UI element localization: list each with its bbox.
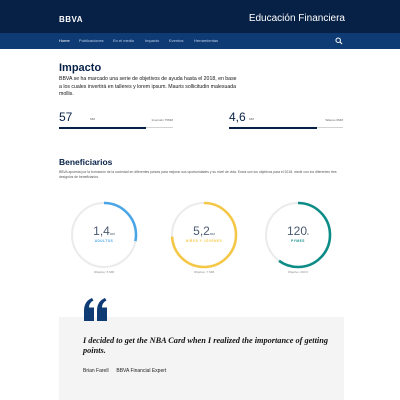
donut-label: ADULTOS (94, 239, 114, 243)
stat-value: 57 (59, 110, 73, 124)
author-role: BBVA Financial Expert (116, 368, 167, 374)
donut-value: 5,2 (193, 224, 210, 238)
author-name: Brian Farell (83, 368, 109, 374)
stat-progress-fill (59, 126, 146, 129)
quote-icon (84, 298, 107, 321)
bbva-logo[interactable]: BBVA (59, 15, 83, 24)
nav-item-herramientas[interactable]: Herramientas (194, 38, 218, 43)
stat-label: Inversión 75MM (151, 118, 173, 122)
stat-inversion: 57 MM Inversión 75MM (59, 110, 173, 130)
donut-pymes: 120K PYMES Objetivo: 200 K (263, 200, 333, 284)
nav-item-publicaciones[interactable]: Publicaciones (79, 38, 104, 43)
stat-label: Talleres 6MM (325, 118, 343, 122)
impacto-title: Impacto (59, 62, 102, 74)
main-navigation: Home Publicaciones En el medio Impacto E… (0, 33, 400, 49)
donut-caption: Objetivo: 5 MM (93, 270, 115, 274)
beneficiarios-description: BBVA apuesta por la formación de la soci… (59, 170, 337, 179)
donut-ninos-jovenes: 5,2MM NIÑOS Y JÓVENES Objetivo: 7 MM (169, 200, 239, 284)
stat-unit: MM (249, 117, 254, 121)
top-header: BBVA Educación Financiera (0, 0, 400, 33)
beneficiarios-title: Beneficiarios (59, 157, 113, 167)
donut-adultos: 1,4MM ADULTOS Objetivo: 5 MM (69, 200, 139, 284)
donut-caption: Objetivo: 7 MM (193, 270, 215, 274)
nav-item-impacto[interactable]: Impacto (145, 38, 159, 43)
donut-label: PYMES (291, 239, 305, 243)
donut-unit: MM (109, 232, 115, 236)
nav-item-home[interactable]: Home (59, 38, 70, 43)
donut-value: 120 (286, 224, 307, 238)
donut-unit: MM (209, 232, 215, 236)
testimonial-author: Brian Farell BBVA Financial Expert (83, 368, 166, 374)
testimonial-box (59, 317, 344, 400)
nav-item-en-el-medio[interactable]: En el medio (113, 38, 134, 43)
stat-progress-fill (229, 126, 317, 129)
donut-caption: Objetivo: 200 K (287, 270, 309, 274)
donut-unit: K (307, 232, 310, 236)
stat-value: 4,6 (229, 110, 246, 124)
impacto-description: BBVA se ha marcado una serie de objetivo… (59, 76, 237, 98)
search-icon[interactable] (335, 37, 343, 45)
stat-talleres: 4,6 MM Talleres 6MM (229, 110, 343, 130)
donut-label: NIÑOS Y JÓVENES (185, 239, 223, 243)
donut-value: 1,4 (93, 224, 110, 238)
testimonial-quote: I decided to get the NBA Card when I rea… (83, 336, 328, 355)
nav-item-eventos[interactable]: Eventos (169, 38, 183, 43)
site-title: Educación Financiera (248, 13, 345, 24)
stat-unit: MM (90, 117, 95, 121)
